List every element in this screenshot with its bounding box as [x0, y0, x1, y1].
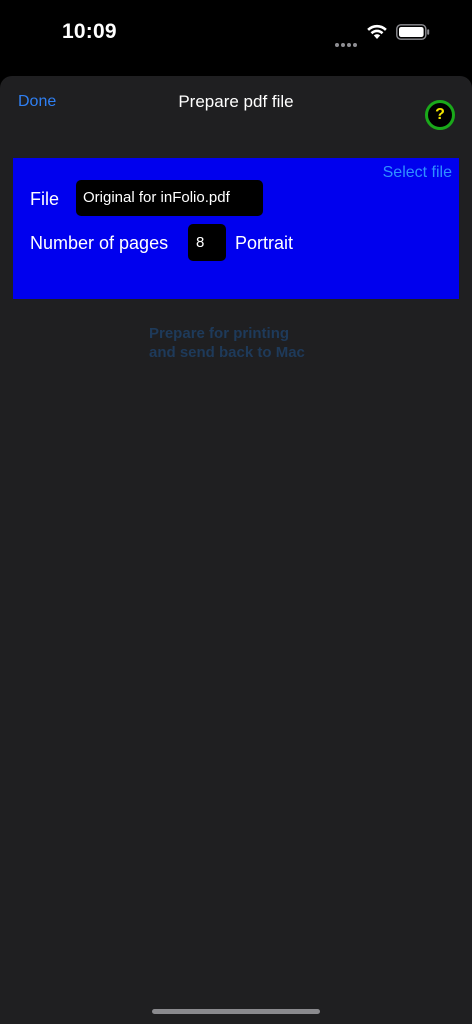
status-time: 10:09: [62, 20, 117, 43]
pages-count-field[interactable]: 8: [188, 224, 226, 261]
file-label: File: [30, 189, 60, 209]
file-panel: Select file File Original for inFolio.pd…: [13, 158, 459, 299]
pages-label: Number of pages: [30, 233, 169, 253]
screen: 10:09 Done Prepare pdf file ? Select fil…: [0, 0, 472, 1024]
signal-dots-icon: [335, 34, 359, 47]
file-name-field[interactable]: Original for inFolio.pdf: [76, 180, 263, 216]
wifi-icon: [367, 24, 387, 39]
prepare-print-button[interactable]: Prepare for printing and send back to Ma…: [149, 324, 305, 362]
select-file-button[interactable]: Select file: [383, 164, 452, 182]
home-indicator: [152, 1009, 320, 1014]
sheet-title: Prepare pdf file: [178, 92, 294, 111]
orientation-label: Portrait: [235, 233, 294, 253]
prepare-button-line1: Prepare for printing: [149, 325, 290, 342]
prepare-button-line2: and send back to Mac: [149, 344, 305, 361]
battery-icon: [396, 24, 430, 40]
help-button[interactable]: ?: [425, 100, 455, 130]
prepare-pdf-sheet: Done Prepare pdf file ? Select file File…: [0, 76, 472, 1024]
